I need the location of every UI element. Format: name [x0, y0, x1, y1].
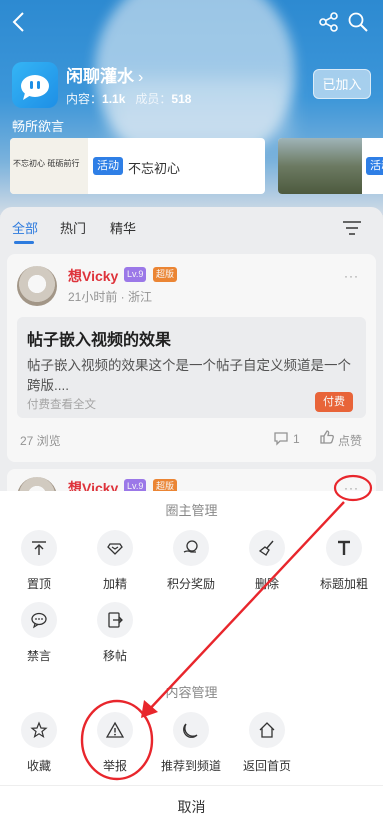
chevron-right-icon: ›	[138, 69, 144, 86]
chat-bubble-icon	[21, 75, 49, 100]
activity-badge: 活动	[93, 157, 123, 175]
top-bar	[0, 0, 383, 44]
action-sheet: 圈主管理 置顶 加精 积分奖励 删除 标题加粗 禁言 移帖 内容管理 收藏 举报…	[0, 491, 383, 829]
recommend-to-channel-action[interactable]: 推荐到频道	[155, 712, 227, 774]
circle-stats: 内容：1.1k 成员：518	[66, 92, 192, 106]
diamond-icon	[97, 530, 133, 566]
circle-slogan: 畅所欲言	[12, 119, 65, 134]
chat-bubble-icon	[21, 602, 57, 638]
delete-action[interactable]: 删除	[231, 530, 303, 592]
pin-action[interactable]: 置顶	[3, 530, 75, 592]
cancel-button[interactable]: 取消	[0, 786, 383, 829]
pin-icon	[21, 530, 57, 566]
content-management-title: 内容管理	[165, 685, 218, 700]
favorite-action[interactable]: 收藏	[3, 712, 75, 774]
coin-hand-icon	[173, 530, 209, 566]
report-action[interactable]: 举报	[79, 712, 151, 774]
points-reward-action[interactable]: 积分奖励	[155, 530, 227, 592]
home-icon	[249, 712, 285, 748]
owner-management-title: 圈主管理	[165, 503, 218, 518]
activity-title: 不忘初心	[128, 161, 181, 176]
activity-card[interactable]: 不忘初心 砥砺前行 活动 不忘初心	[10, 138, 265, 194]
moon-icon	[173, 712, 209, 748]
warning-icon	[97, 712, 133, 748]
share-icon[interactable]	[318, 11, 340, 33]
move-post-action[interactable]: 移帖	[79, 602, 151, 664]
bold-text-icon	[326, 530, 362, 566]
activity-badge: 活动	[366, 157, 383, 175]
joined-button[interactable]: 已加入	[313, 69, 371, 99]
move-icon	[97, 602, 133, 638]
circle-name[interactable]: 闲聊灌水 ›	[66, 62, 143, 87]
feature-action[interactable]: 加精	[79, 530, 151, 592]
back-to-home-action[interactable]: 返回首页	[231, 712, 303, 774]
activity-card[interactable]: 活动	[278, 138, 383, 194]
bold-title-action[interactable]: 标题加粗	[308, 530, 380, 592]
mute-action[interactable]: 禁言	[3, 602, 75, 664]
broom-icon	[249, 530, 285, 566]
activity-thumbnail: 不忘初心 砥砺前行	[10, 138, 88, 194]
circle-avatar	[12, 62, 58, 108]
search-icon[interactable]	[347, 11, 369, 33]
star-icon	[21, 712, 57, 748]
back-arrow-icon[interactable]	[10, 10, 28, 34]
activity-thumbnail	[278, 138, 362, 194]
